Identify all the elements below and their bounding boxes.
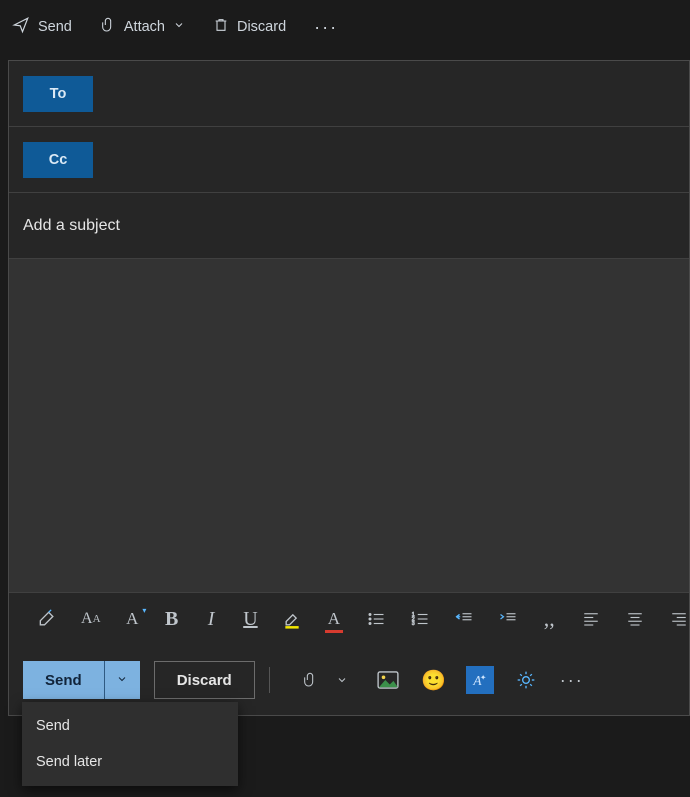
to-button[interactable]: To xyxy=(23,76,93,112)
cc-row[interactable]: Cc xyxy=(9,127,689,193)
italic-icon[interactable]: I xyxy=(203,606,218,632)
more-icon[interactable]: ··· xyxy=(558,666,586,694)
svg-text:✦: ✦ xyxy=(480,673,487,682)
bullet-list-icon[interactable] xyxy=(366,606,386,632)
discard-button[interactable]: Discard xyxy=(154,661,255,699)
to-label: To xyxy=(50,86,67,102)
send-dropdown-button[interactable] xyxy=(104,661,140,699)
discard-label: Discard xyxy=(237,19,286,35)
attach-action[interactable]: Attach xyxy=(100,16,185,38)
chevron-down-icon[interactable] xyxy=(328,666,356,694)
svg-text:3: 3 xyxy=(411,621,414,627)
send-label: Send xyxy=(38,19,72,35)
message-body[interactable] xyxy=(9,259,689,593)
outdent-icon[interactable] xyxy=(454,606,474,632)
format-toolbar: AA A▾ B I U A 123 ,, xyxy=(9,593,689,645)
font-color-icon[interactable]: A xyxy=(326,606,341,632)
align-left-icon[interactable] xyxy=(581,606,601,632)
numbered-list-icon[interactable]: 123 xyxy=(410,606,430,632)
subject-row[interactable] xyxy=(9,193,689,259)
more-actions-icon[interactable]: ··· xyxy=(314,17,338,38)
send-icon xyxy=(12,16,30,38)
chevron-down-icon xyxy=(173,19,185,35)
indent-icon[interactable] xyxy=(498,606,518,632)
cc-button[interactable]: Cc xyxy=(23,142,93,178)
menu-send-later-label: Send later xyxy=(36,754,102,770)
picture-icon[interactable] xyxy=(374,666,402,694)
menu-send[interactable]: Send xyxy=(22,708,238,744)
attach-label: Attach xyxy=(124,19,165,35)
quote-icon[interactable]: ,, xyxy=(542,606,557,632)
align-center-icon[interactable] xyxy=(625,606,645,632)
send-options-menu: Send Send later xyxy=(22,702,238,786)
attach-icon[interactable] xyxy=(296,666,324,694)
underline-icon[interactable]: U xyxy=(243,606,258,632)
menu-send-label: Send xyxy=(36,718,70,734)
to-row[interactable]: To xyxy=(9,61,689,127)
send-button[interactable]: Send xyxy=(23,661,104,699)
paperclip-icon xyxy=(100,16,116,38)
bold-icon[interactable]: B xyxy=(164,606,179,632)
discard-action[interactable]: Discard xyxy=(213,16,286,38)
subject-input[interactable] xyxy=(23,217,689,235)
separator xyxy=(269,667,270,693)
send-split-button: Send xyxy=(23,661,140,699)
highlight-icon[interactable] xyxy=(282,606,302,632)
compose-pane: To Cc AA A▾ B I U A xyxy=(8,60,690,716)
chevron-down-icon xyxy=(116,673,128,688)
discard-button-label: Discard xyxy=(177,672,232,689)
brightness-icon[interactable] xyxy=(512,666,540,694)
top-toolbar: Send Attach Discard ··· xyxy=(0,0,690,54)
send-action[interactable]: Send xyxy=(12,16,72,38)
send-button-label: Send xyxy=(45,672,82,689)
font-size-icon[interactable]: A▾ xyxy=(125,606,140,632)
trash-icon xyxy=(213,16,229,38)
emoji-icon[interactable]: 🙂 xyxy=(420,666,448,694)
menu-send-later[interactable]: Send later xyxy=(22,744,238,780)
font-family-icon[interactable]: AA xyxy=(81,606,101,632)
cc-label: Cc xyxy=(49,152,68,168)
compose-icons: 🙂 A✦ ··· xyxy=(296,666,586,694)
text-effects-icon[interactable]: A✦ xyxy=(466,666,494,694)
align-right-icon[interactable] xyxy=(669,606,689,632)
format-painter-icon[interactable] xyxy=(37,606,57,632)
